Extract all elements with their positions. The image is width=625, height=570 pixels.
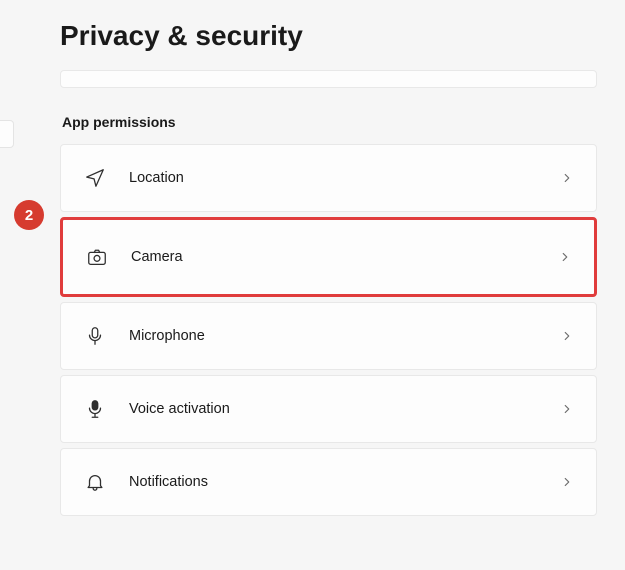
permission-item-camera[interactable]: Camera <box>60 217 597 297</box>
microphone-icon <box>83 324 107 348</box>
voice-activation-icon <box>83 397 107 421</box>
permission-item-voice-activation[interactable]: Voice activation <box>60 375 597 443</box>
permission-label: Voice activation <box>129 401 560 417</box>
chevron-right-icon <box>560 329 574 343</box>
settings-page: Privacy & security App permissions Locat… <box>0 0 625 516</box>
permission-item-microphone[interactable]: Microphone <box>60 302 597 370</box>
permission-item-location[interactable]: Location <box>60 144 597 212</box>
permission-item-notifications[interactable]: Notifications <box>60 448 597 516</box>
section-heading: App permissions <box>60 114 597 130</box>
permission-label: Camera <box>131 249 558 265</box>
step-number: 2 <box>25 207 33 224</box>
permission-label: Location <box>129 170 560 186</box>
chevron-right-icon <box>560 475 574 489</box>
permission-label: Microphone <box>129 328 560 344</box>
previous-section-stub <box>60 70 597 88</box>
page-title: Privacy & security <box>60 20 597 52</box>
camera-icon <box>85 245 109 269</box>
chevron-right-icon <box>560 171 574 185</box>
location-icon <box>83 166 107 190</box>
notifications-icon <box>83 470 107 494</box>
step-badge: 2 <box>14 200 44 230</box>
offscreen-panel-stub <box>0 120 14 148</box>
permission-label: Notifications <box>129 474 560 490</box>
chevron-right-icon <box>558 250 572 264</box>
chevron-right-icon <box>560 402 574 416</box>
